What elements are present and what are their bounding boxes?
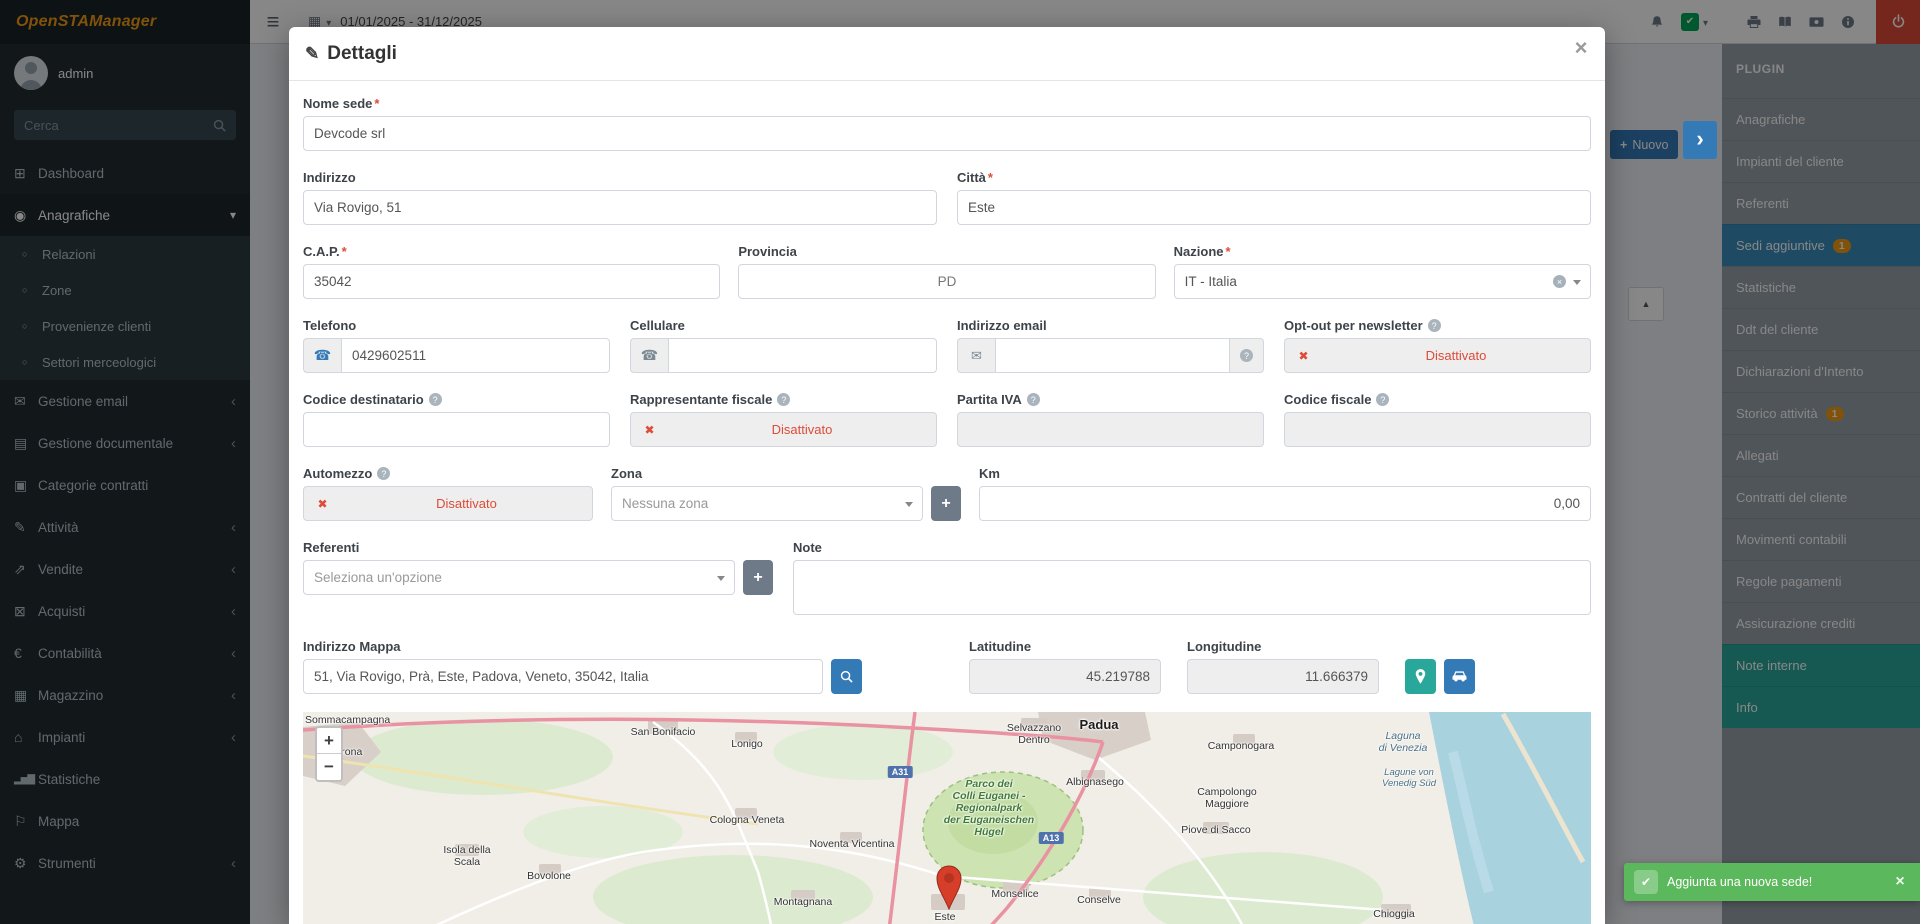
toast-message: Aggiunta una nuova sede! [1667, 875, 1812, 889]
email-field[interactable] [995, 338, 1230, 373]
citta-field[interactable] [957, 190, 1591, 225]
check-icon [1634, 870, 1658, 894]
codice-fiscale-field [1284, 412, 1591, 447]
plugin-panel-toggle-button[interactable] [1683, 121, 1717, 159]
nome-sede-label: Nome sede [303, 96, 379, 111]
nazione-select[interactable]: IT - Italia [1174, 264, 1591, 299]
email-label: Indirizzo email [957, 318, 1047, 333]
map-marker-button[interactable] [1405, 659, 1436, 694]
indirizzo-mappa-label: Indirizzo Mappa [303, 639, 401, 654]
modal-close-icon[interactable] [1569, 35, 1593, 59]
help-icon[interactable] [1376, 393, 1389, 406]
route-car-button[interactable] [1444, 659, 1475, 694]
provincia-field[interactable] [738, 264, 1155, 299]
cellulare-label: Cellulare [630, 318, 685, 333]
x-mark-icon [317, 495, 327, 513]
help-icon[interactable] [377, 467, 390, 480]
zoom-out-button[interactable] [317, 754, 341, 780]
rappresentante-fiscale-toggle[interactable] [630, 412, 668, 447]
nome-sede-field[interactable] [303, 116, 1591, 151]
zoom-in-button[interactable] [317, 728, 341, 754]
automezzo-label: Automezzo [303, 466, 372, 481]
latitudine-label: Latitudine [969, 639, 1031, 654]
add-referente-button[interactable] [743, 560, 773, 595]
optout-toggle[interactable] [1284, 338, 1322, 373]
help-icon[interactable] [429, 393, 442, 406]
telefono-field[interactable] [341, 338, 610, 373]
details-modal: Dettagli Nome sede Indirizzo Città [289, 27, 1605, 924]
map-zoom-control [315, 726, 343, 782]
x-mark-icon [1298, 347, 1308, 365]
partita-iva-field [957, 412, 1264, 447]
mobile-phone-icon [641, 347, 658, 365]
x-mark-icon [644, 421, 654, 439]
help-icon[interactable] [777, 393, 790, 406]
geocode-search-button[interactable] [831, 659, 862, 694]
note-field[interactable] [793, 560, 1591, 615]
modal-body: Nome sede Indirizzo Città C.A.P. [289, 81, 1605, 924]
citta-label: Città [957, 170, 993, 185]
add-zona-button[interactable] [931, 486, 961, 521]
indirizzo-field[interactable] [303, 190, 937, 225]
success-toast: Aggiunta una nuova sede! [1624, 863, 1920, 901]
toast-close-icon[interactable] [1890, 872, 1910, 892]
cap-label: C.A.P. [303, 244, 347, 259]
cap-field[interactable] [303, 264, 720, 299]
codice-fiscale-label: Codice fiscale [1284, 392, 1371, 407]
pencil-icon [305, 43, 319, 65]
help-icon[interactable] [1428, 319, 1441, 332]
codice-destinatario-field[interactable] [303, 412, 610, 447]
codice-destinatario-label: Codice destinatario [303, 392, 424, 407]
provincia-label: Provincia [738, 244, 797, 259]
telefono-label: Telefono [303, 318, 356, 333]
clear-selection-icon[interactable] [1553, 275, 1566, 288]
indirizzo-mappa-field[interactable] [303, 659, 823, 694]
partita-iva-label: Partita IVA [957, 392, 1022, 407]
zona-select[interactable]: Nessuna zona [611, 486, 923, 521]
envelope-icon [971, 347, 982, 365]
km-field[interactable] [979, 486, 1591, 521]
modal-header: Dettagli [289, 27, 1605, 81]
rappresentante-fiscale-state: Disattivato [668, 412, 937, 447]
nazione-label: Nazione [1174, 244, 1231, 259]
latitudine-field [969, 659, 1161, 694]
referenti-select[interactable]: Seleziona un'opzione [303, 560, 735, 595]
rappresentante-fiscale-label: Rappresentante fiscale [630, 392, 772, 407]
email-help-icon[interactable] [1240, 349, 1253, 362]
modal-title: Dettagli [327, 43, 397, 65]
optout-state: Disattivato [1322, 338, 1591, 373]
help-icon[interactable] [1027, 393, 1040, 406]
indirizzo-label: Indirizzo [303, 170, 356, 185]
longitudine-field [1187, 659, 1379, 694]
app: OpenSTAManager admin ⊞Dashboard ◉Anagraf… [0, 0, 1920, 924]
automezzo-state: Disattivato [341, 486, 593, 521]
map-canvas [303, 712, 1591, 924]
referenti-label: Referenti [303, 540, 359, 555]
automezzo-toggle[interactable] [303, 486, 341, 521]
km-label: Km [979, 466, 1000, 481]
leaflet-map[interactable]: Sommacampagna Verona San Bonifacio Lonig… [303, 712, 1591, 924]
phone-icon [314, 347, 331, 365]
longitudine-label: Longitudine [1187, 639, 1261, 654]
zona-label: Zona [611, 466, 642, 481]
cellulare-field[interactable] [668, 338, 937, 373]
note-label: Note [793, 540, 822, 555]
optout-label: Opt-out per newsletter [1284, 318, 1423, 333]
